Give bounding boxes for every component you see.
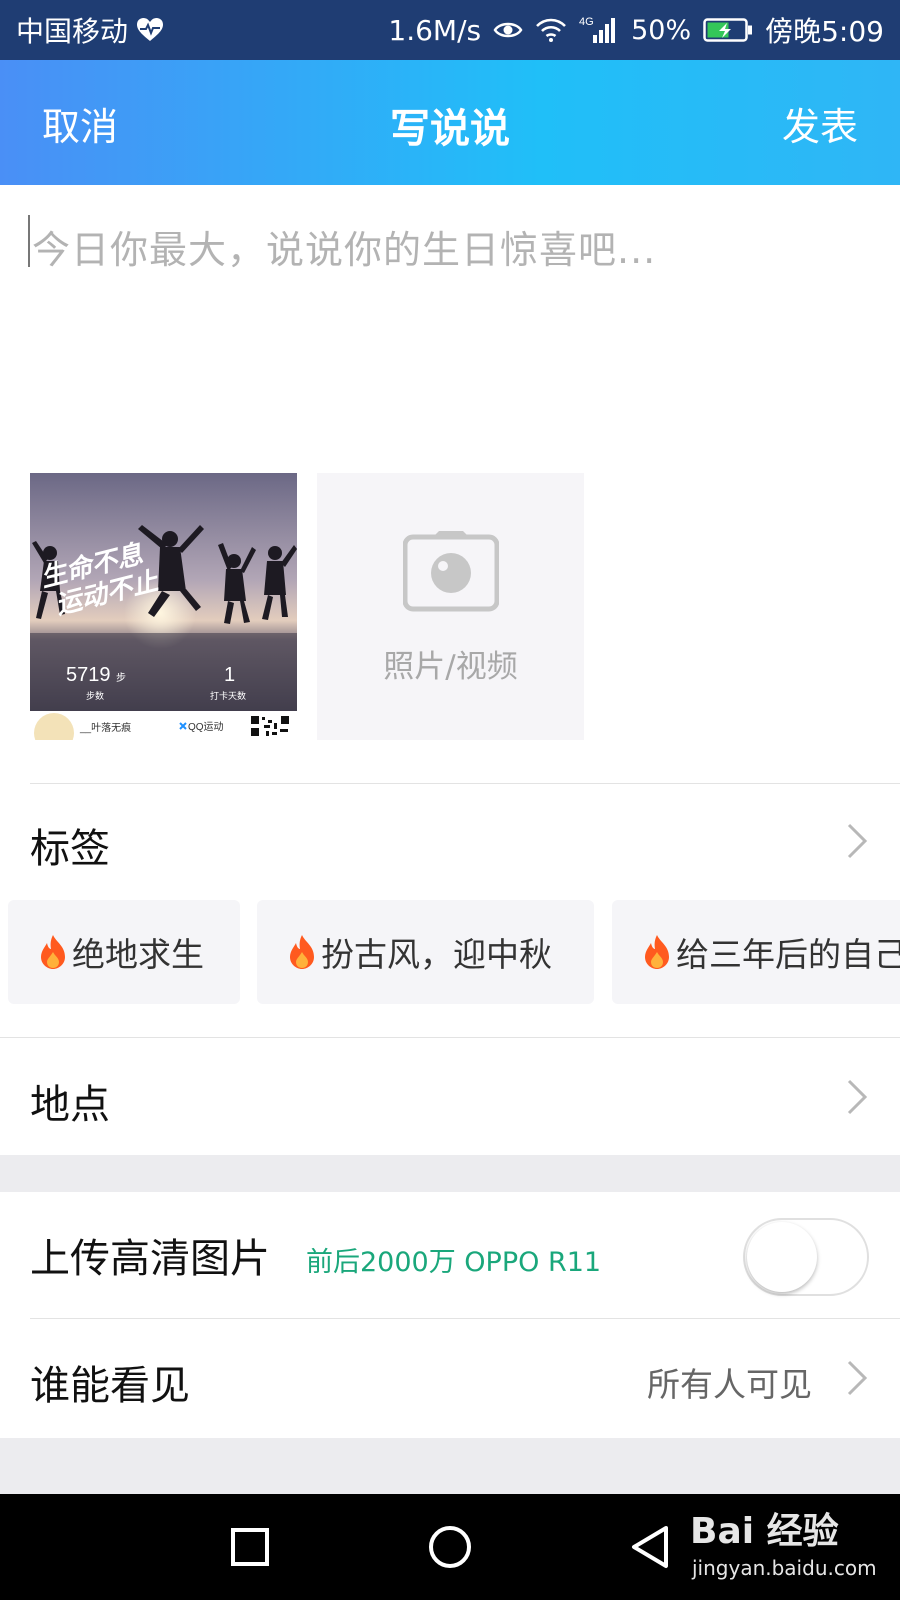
text-caret (28, 215, 30, 267)
tag-label: 扮古风，迎中秋 (321, 935, 552, 974)
location-row[interactable]: 地点 (0, 1038, 900, 1154)
steps-caption: 步数 (86, 690, 104, 701)
carrier-name: 中国移动 (16, 15, 129, 48)
app-header: 取消 写说说 发表 (0, 60, 900, 185)
thumbnail-user-name: __叶落无痕 (79, 721, 131, 734)
tag-chip[interactable]: 扮古风，迎中秋 (257, 900, 594, 1004)
home-button[interactable] (410, 1494, 490, 1600)
square-icon (231, 1528, 269, 1566)
compose-placeholder: 今日你最大，说说你的生日惊喜吧... (32, 228, 657, 272)
clock: 傍晚5:09 (765, 15, 884, 48)
chevron-right-icon (847, 823, 868, 859)
hd-upload-note: 前后2000万 OPPO R11 (306, 1247, 602, 1278)
compose-input[interactable]: 今日你最大，说说你的生日惊喜吧... (0, 185, 900, 455)
tag-label: 绝地求生 (72, 935, 204, 974)
add-photo-video-label: 照片/视频 (383, 649, 518, 685)
eye-icon (493, 19, 523, 41)
bottom-separator (0, 1438, 900, 1494)
fire-icon (645, 935, 669, 969)
qr-code-icon (250, 715, 290, 737)
steps-value: 5719 (66, 664, 111, 686)
steps-unit: 步 (116, 672, 126, 684)
battery-percent: 50% (631, 14, 692, 46)
hd-upload-label: 上传高清图片 (30, 1236, 270, 1282)
media-grid: 生命不息 运动不止 5719 步 步数 1 打卡天数 __叶落无痕 QQ运动 照… (30, 473, 870, 741)
thumbnail-image: 生命不息 运动不止 5719 步 步数 1 打卡天数 (30, 473, 297, 711)
system-nav-bar: Bai 经验 jingyan.baidu.com (0, 1494, 900, 1600)
chevron-right-icon (847, 1360, 868, 1396)
publish-button[interactable]: 发表 (782, 96, 858, 151)
checkin-value: 1 (224, 664, 235, 686)
page-title: 写说说 (390, 106, 510, 152)
fire-icon (41, 935, 65, 969)
status-right: 1.6M/s 4G 50% 傍晚5:09 (388, 10, 884, 50)
tag-suggestions: 绝地求生 扮古风，迎中秋 给三年后的自己 (0, 900, 900, 1004)
watermark-logo: Bai 经验 (690, 1511, 839, 1552)
location-label: 地点 (30, 1082, 110, 1128)
add-photo-video-button[interactable]: 照片/视频 (317, 473, 584, 740)
app-root: 中国移动 1.6M/s 4G 50% 傍晚5:09 取消 写说说 发表 今日你最… (0, 0, 900, 1600)
tags-label: 标签 (30, 826, 110, 872)
fire-icon (290, 935, 314, 969)
network-type-label: 4G (579, 16, 594, 28)
photo-thumbnail[interactable]: 生命不息 运动不止 5719 步 步数 1 打卡天数 __叶落无痕 QQ运动 (30, 473, 297, 740)
camera-icon (403, 531, 499, 612)
recent-apps-button[interactable] (210, 1494, 290, 1600)
checkin-caption: 打卡天数 (210, 690, 246, 701)
cellular-signal-icon: 4G (579, 15, 619, 45)
circle-icon (429, 1526, 471, 1568)
battery-charging-icon (703, 17, 753, 43)
toggle-knob (747, 1222, 817, 1292)
back-button[interactable] (610, 1494, 690, 1600)
watermark-url: jingyan.baidu.com (692, 1556, 877, 1580)
heart-pulse-icon (136, 17, 164, 43)
tag-chip[interactable]: 绝地求生 (8, 900, 240, 1004)
visibility-label: 谁能看见 (30, 1363, 190, 1409)
tag-chip[interactable]: 给三年后的自己 (612, 900, 900, 1004)
back-triangle-icon (632, 1526, 668, 1568)
status-bar: 中国移动 1.6M/s 4G 50% 傍晚5:09 (0, 0, 900, 60)
status-left: 中国移动 (16, 10, 164, 50)
thumbnail-brand: QQ运动 (188, 721, 224, 733)
tag-label: 给三年后的自己 (676, 935, 900, 974)
thumbnail-footer: __叶落无痕 QQ运动 (30, 711, 297, 740)
tags-row[interactable]: 标签 (0, 784, 900, 894)
wifi-icon (535, 17, 567, 43)
hd-upload-toggle[interactable] (743, 1218, 869, 1296)
qq-sport-logo-icon (179, 722, 187, 730)
chevron-right-icon (847, 1079, 868, 1115)
net-speed: 1.6M/s (388, 13, 482, 47)
visibility-value: 所有人可见 (647, 1365, 812, 1404)
section-separator (0, 1155, 900, 1192)
